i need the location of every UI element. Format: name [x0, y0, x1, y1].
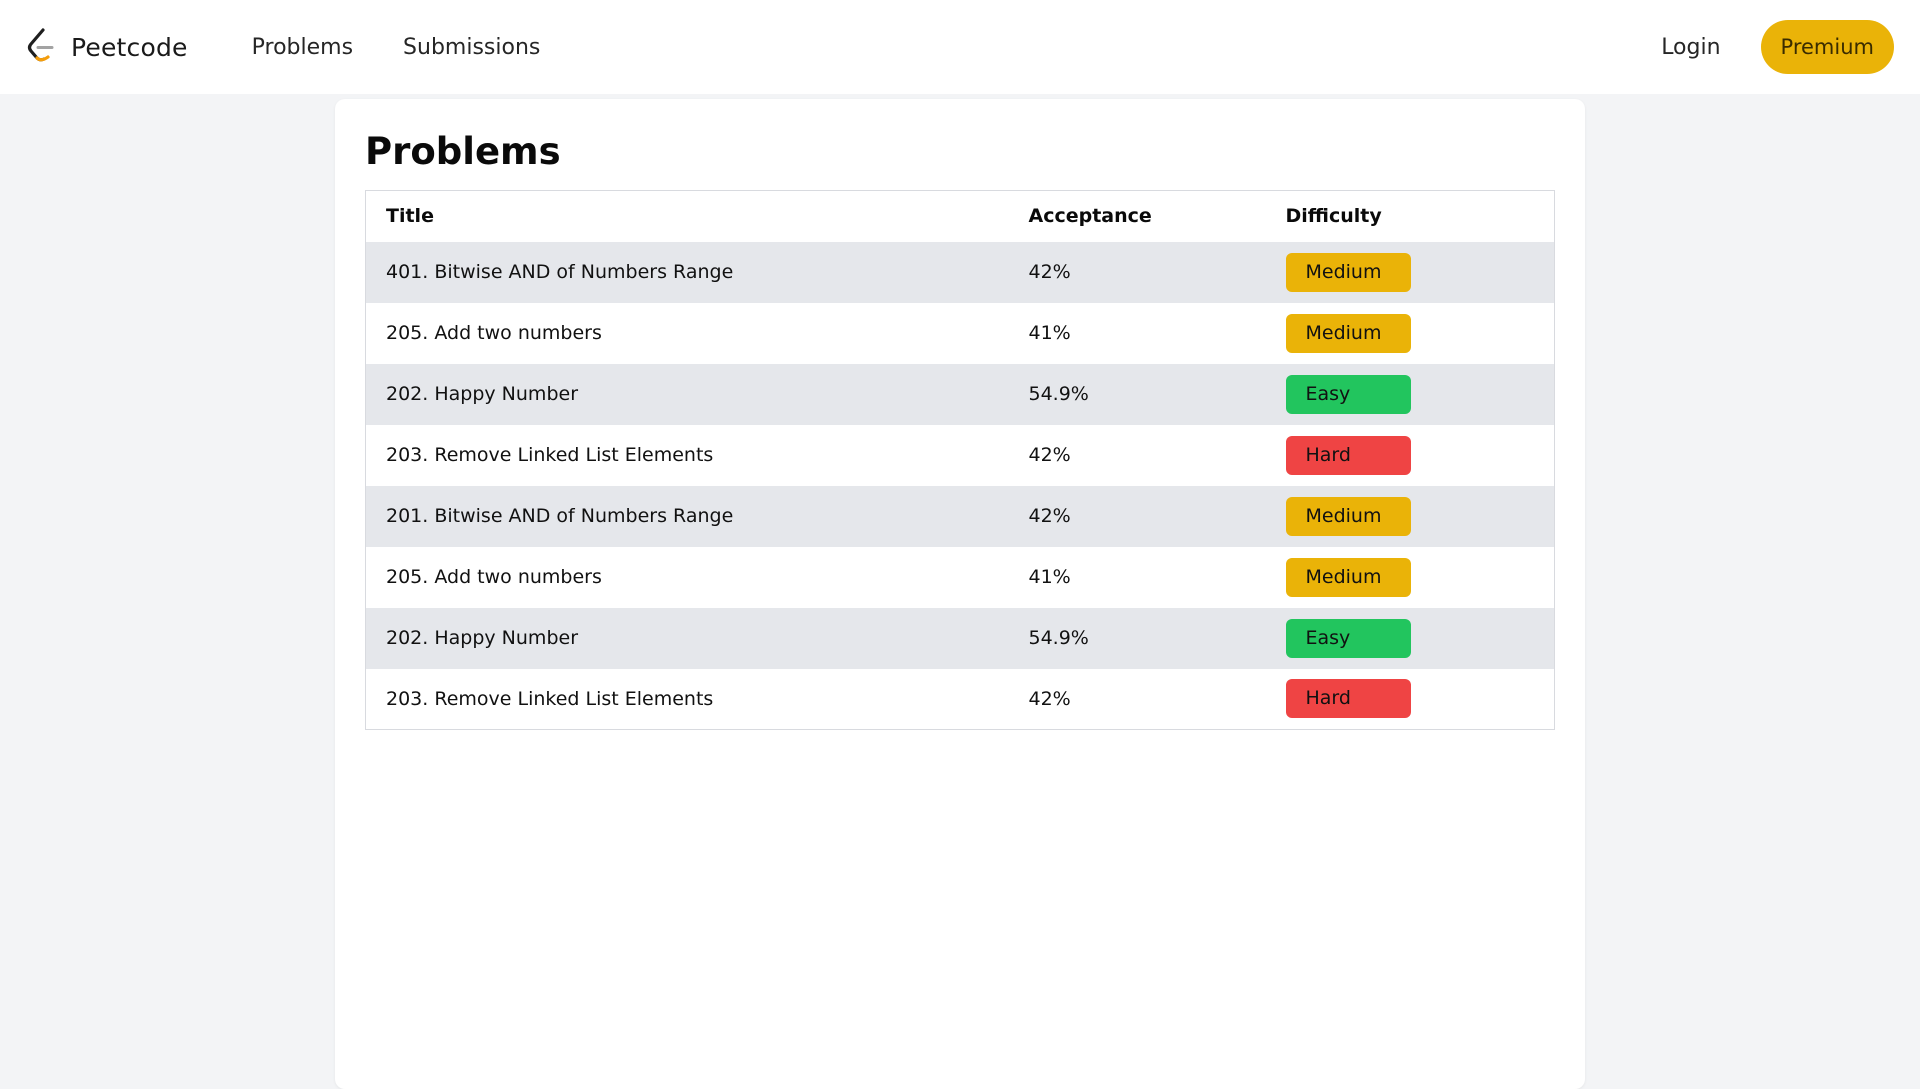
difficulty-badge: Medium	[1285, 313, 1411, 353]
table-row[interactable]: 202. Happy Number 54.9% Easy	[365, 363, 1555, 425]
difficulty-badge: Hard	[1285, 435, 1411, 475]
table-header-row: Title Acceptance Difficulty	[366, 191, 1555, 242]
acceptance-rate: 42%	[1028, 687, 1071, 710]
problem-title[interactable]: 205. Add two numbers	[366, 303, 1009, 364]
acceptance-rate: 42%	[1028, 261, 1071, 283]
header-acceptance: Acceptance	[1028, 205, 1152, 228]
premium-button[interactable]: Premium	[1760, 20, 1894, 74]
table-row[interactable]: 401. Bitwise AND of Numbers Range 42% Me…	[365, 241, 1555, 303]
problems-table: Title Acceptance Difficulty 401. Bitwise…	[365, 190, 1555, 730]
login-link[interactable]: Login	[1661, 35, 1720, 60]
brand-home-link[interactable]: Peetcode	[26, 28, 188, 66]
main-nav: Problems Submissions	[252, 35, 591, 60]
nav-link-problems[interactable]: Problems	[252, 35, 353, 60]
acceptance-rate: 41%	[1028, 566, 1071, 588]
difficulty-badge: Easy	[1285, 618, 1411, 658]
problem-title[interactable]: 202. Happy Number	[366, 364, 1009, 425]
problem-title[interactable]: 401. Bitwise AND of Numbers Range	[366, 242, 1009, 303]
difficulty-badge: Easy	[1285, 374, 1411, 414]
problem-title[interactable]: 202. Happy Number	[366, 608, 1009, 669]
nav-actions: Login Premium	[1661, 20, 1894, 74]
problem-title[interactable]: 203. Remove Linked List Elements	[366, 669, 1009, 730]
acceptance-rate: 54.9%	[1028, 627, 1089, 649]
problems-card: Problems Title Acceptance Difficulty 401…	[335, 99, 1585, 1089]
table-row[interactable]: 205. Add two numbers 41% Medium	[365, 302, 1555, 364]
header-difficulty: Difficulty	[1285, 205, 1382, 228]
top-navbar: Peetcode Problems Submissions Login Prem…	[0, 0, 1920, 94]
difficulty-badge: Hard	[1285, 679, 1411, 719]
difficulty-badge: Medium	[1285, 496, 1411, 536]
problem-title[interactable]: 203. Remove Linked List Elements	[366, 425, 1009, 486]
acceptance-rate: 42%	[1028, 444, 1071, 466]
nav-link-submissions[interactable]: Submissions	[403, 35, 540, 60]
table-row[interactable]: 203. Remove Linked List Elements 42% Har…	[365, 668, 1555, 730]
acceptance-rate: 54.9%	[1028, 383, 1089, 405]
brand-name: Peetcode	[71, 32, 188, 62]
header-title: Title	[386, 205, 434, 228]
difficulty-badge: Medium	[1285, 252, 1411, 292]
problem-title[interactable]: 205. Add two numbers	[366, 547, 1009, 608]
table-row[interactable]: 201. Bitwise AND of Numbers Range 42% Me…	[365, 485, 1555, 547]
acceptance-rate: 41%	[1028, 322, 1071, 344]
difficulty-badge: Medium	[1285, 557, 1411, 597]
acceptance-rate: 42%	[1028, 505, 1071, 527]
peetcode-logo-icon	[27, 28, 54, 62]
table-row[interactable]: 203. Remove Linked List Elements 42% Har…	[365, 424, 1555, 486]
problem-title[interactable]: 201. Bitwise AND of Numbers Range	[366, 486, 1009, 547]
table-row[interactable]: 205. Add two numbers 41% Medium	[365, 546, 1555, 608]
table-row[interactable]: 202. Happy Number 54.9% Easy	[365, 607, 1555, 669]
page-title: Problems	[365, 130, 561, 173]
